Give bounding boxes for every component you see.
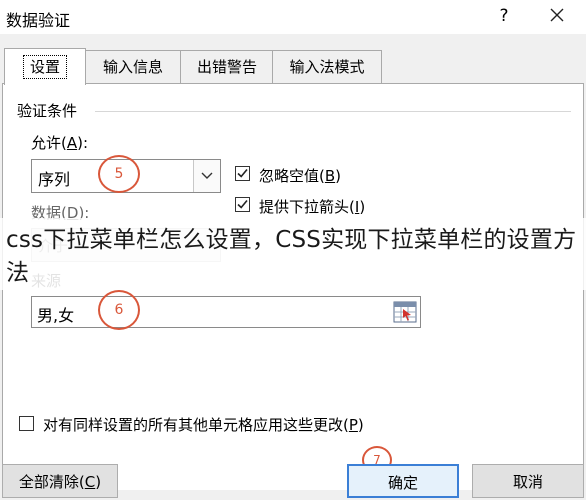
tab-settings[interactable]: 设置 bbox=[4, 48, 86, 85]
clear-all-button[interactable]: 全部清除(C) bbox=[2, 464, 118, 498]
watermark-text: css下拉菜单栏怎么设置，CSS实现下拉菜单栏的设置方法 bbox=[6, 227, 577, 286]
ignore-blank-label: 忽略空值(B) bbox=[259, 167, 342, 185]
ok-button[interactable]: 确定 bbox=[347, 464, 459, 498]
allow-dropdown-button[interactable] bbox=[193, 160, 220, 192]
tab-bar: 设置 输入信息 出错警告 输入法模式 bbox=[0, 48, 586, 85]
dropdown-arrow-label: 提供下拉箭头(I) bbox=[259, 198, 366, 216]
source-value: 男,女 bbox=[37, 306, 75, 325]
watermark-banner: css下拉菜单栏怎么设置，CSS实现下拉菜单栏的设置方法 bbox=[0, 218, 586, 290]
range-select-button[interactable] bbox=[392, 299, 418, 325]
close-icon bbox=[550, 8, 564, 22]
tab-input-message[interactable]: 输入信息 bbox=[84, 50, 182, 83]
tab-error-alert[interactable]: 出错警告 bbox=[180, 50, 274, 83]
ignore-blank-box[interactable] bbox=[235, 166, 250, 181]
source-input[interactable]: 男,女 bbox=[31, 296, 421, 328]
allow-value: 序列 bbox=[38, 170, 71, 189]
help-button[interactable]: ? bbox=[494, 6, 514, 26]
tab-settings-label: 设置 bbox=[22, 55, 67, 79]
cancel-button[interactable]: 取消 bbox=[472, 464, 584, 498]
apply-all-label: 对有同样设置的所有其他单元格应用这些更改(P) bbox=[43, 416, 364, 434]
title-bar: 数据验证 ? bbox=[0, 0, 586, 34]
close-button[interactable] bbox=[545, 3, 569, 27]
tab-ime-mode[interactable]: 输入法模式 bbox=[272, 50, 382, 83]
annotation-marker-6: 6 bbox=[98, 290, 140, 330]
dialog-title: 数据验证 bbox=[6, 11, 71, 30]
chevron-down-icon bbox=[201, 172, 213, 179]
section-divider bbox=[95, 111, 571, 112]
validation-criteria-label: 验证条件 bbox=[17, 102, 78, 120]
apply-all-box[interactable] bbox=[19, 416, 34, 431]
checkmark-icon bbox=[237, 168, 248, 178]
checkmark-icon bbox=[237, 199, 248, 209]
annotation-marker-5: 5 bbox=[98, 155, 140, 193]
range-select-icon bbox=[393, 301, 417, 323]
dropdown-arrow-box[interactable] bbox=[235, 197, 250, 212]
allow-label: 允许(A): bbox=[31, 134, 89, 152]
